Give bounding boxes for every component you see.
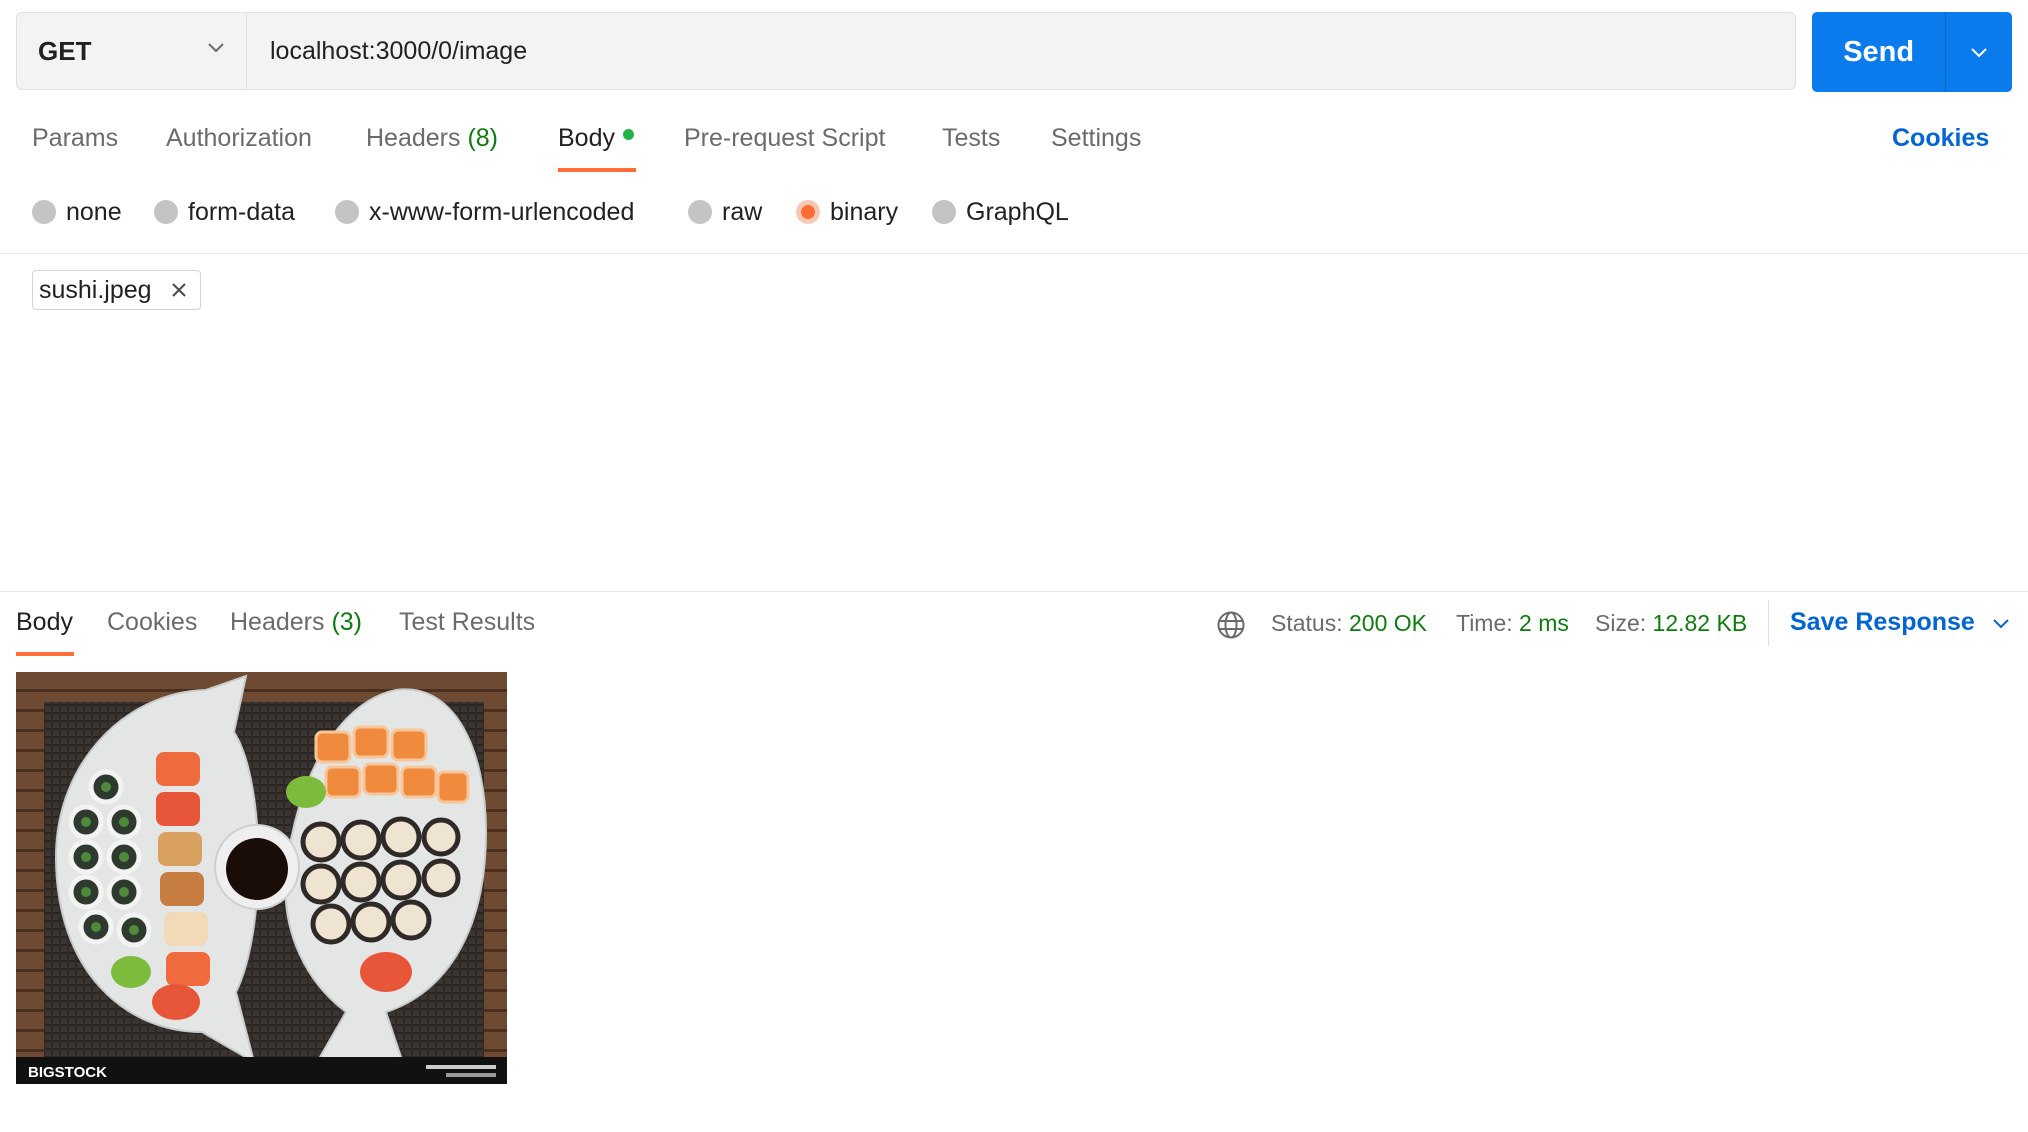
tab-label: Headers: [366, 124, 461, 152]
file-chip: sushi.jpeg: [32, 270, 201, 310]
time-value: 2 ms: [1519, 610, 1569, 636]
save-response-label: Save Response: [1790, 608, 1975, 636]
radio-label: binary: [830, 197, 899, 226]
headers-count: (8): [467, 124, 499, 152]
radio-label: none: [66, 197, 122, 226]
response-status: Status: 200 OK: [1271, 610, 1427, 637]
method-select[interactable]: GET: [16, 12, 247, 90]
radio-none[interactable]: none: [32, 196, 122, 228]
send-button-group: Send: [1812, 12, 2012, 92]
tab-settings[interactable]: Settings: [1051, 124, 1141, 153]
tab-label: Cookies: [107, 608, 198, 636]
response-tab-test-results[interactable]: Test Results: [399, 608, 535, 637]
tab-body[interactable]: Body: [558, 124, 634, 153]
tab-label: Authorization: [166, 124, 312, 152]
time-label: Time:: [1456, 610, 1513, 636]
body-modified-dot: [622, 129, 634, 140]
active-tab-indicator: [16, 652, 74, 656]
tab-label: Body: [16, 608, 73, 636]
radio-circle: [335, 200, 359, 224]
tab-headers[interactable]: Headers (8): [366, 124, 498, 153]
response-image: BIGSTOCK: [16, 672, 507, 1084]
response-size: Size: 12.82 KB: [1595, 610, 1747, 637]
tab-label: Params: [32, 124, 119, 152]
cookies-link[interactable]: Cookies: [1892, 124, 1989, 153]
tab-params[interactable]: Params: [32, 124, 118, 153]
send-options-button[interactable]: [1946, 12, 2012, 92]
radio-circle: [932, 200, 956, 224]
radio-label: form-data: [188, 197, 295, 226]
radio-raw[interactable]: raw: [688, 196, 762, 228]
radio-circle: [154, 200, 178, 224]
radio-label: x-www-form-urlencoded: [369, 197, 635, 226]
radio-graphql[interactable]: GraphQL: [932, 196, 1069, 228]
active-tab-indicator: [558, 168, 636, 172]
chevron-down-icon: [208, 43, 224, 53]
watermark-text: BIGSTOCK: [28, 1064, 107, 1081]
status-value: 200 OK: [1349, 610, 1427, 636]
tab-label: Test Results: [399, 608, 536, 636]
response-tab-headers[interactable]: Headers (3): [230, 608, 362, 637]
radio-circle-selected: [796, 200, 820, 224]
radio-label: GraphQL: [966, 197, 1069, 226]
radio-x-www-form-urlencoded[interactable]: x-www-form-urlencoded: [335, 196, 634, 228]
size-value: 12.82 KB: [1652, 610, 1748, 636]
tab-label: Tests: [942, 124, 1001, 152]
response-tab-cookies[interactable]: Cookies: [107, 608, 197, 637]
url-input[interactable]: [248, 12, 1788, 90]
tab-authorization[interactable]: Authorization: [166, 124, 312, 153]
chevron-down-icon: [1971, 48, 1987, 58]
response-time: Time: 2 ms: [1456, 610, 1569, 637]
close-icon[interactable]: [170, 281, 188, 299]
size-label: Size:: [1595, 610, 1647, 636]
headers-count: (3): [331, 608, 363, 636]
tab-pre-request-script[interactable]: Pre-request Script: [684, 124, 885, 153]
tab-label: Body: [558, 124, 615, 152]
method-label: GET: [38, 35, 92, 66]
radio-circle: [688, 200, 712, 224]
tab-label: Headers: [230, 608, 325, 636]
divider: [0, 591, 2028, 592]
tab-label: Pre-request Script: [684, 124, 886, 152]
status-label: Status:: [1271, 610, 1343, 636]
tab-tests[interactable]: Tests: [942, 124, 1000, 153]
tab-label: Settings: [1051, 124, 1142, 152]
radio-label: raw: [722, 197, 763, 226]
file-name: sushi.jpeg: [39, 275, 152, 304]
radio-form-data[interactable]: form-data: [154, 196, 295, 228]
response-tab-body[interactable]: Body: [16, 608, 73, 637]
radio-circle: [32, 200, 56, 224]
divider: [0, 253, 2028, 254]
radio-binary[interactable]: binary: [796, 196, 898, 228]
save-response-button[interactable]: Save Response: [1790, 608, 2011, 637]
divider: [1768, 600, 1769, 646]
send-button[interactable]: Send: [1812, 12, 1947, 92]
globe-icon[interactable]: [1216, 610, 1246, 640]
chevron-down-icon: [1993, 618, 2009, 628]
